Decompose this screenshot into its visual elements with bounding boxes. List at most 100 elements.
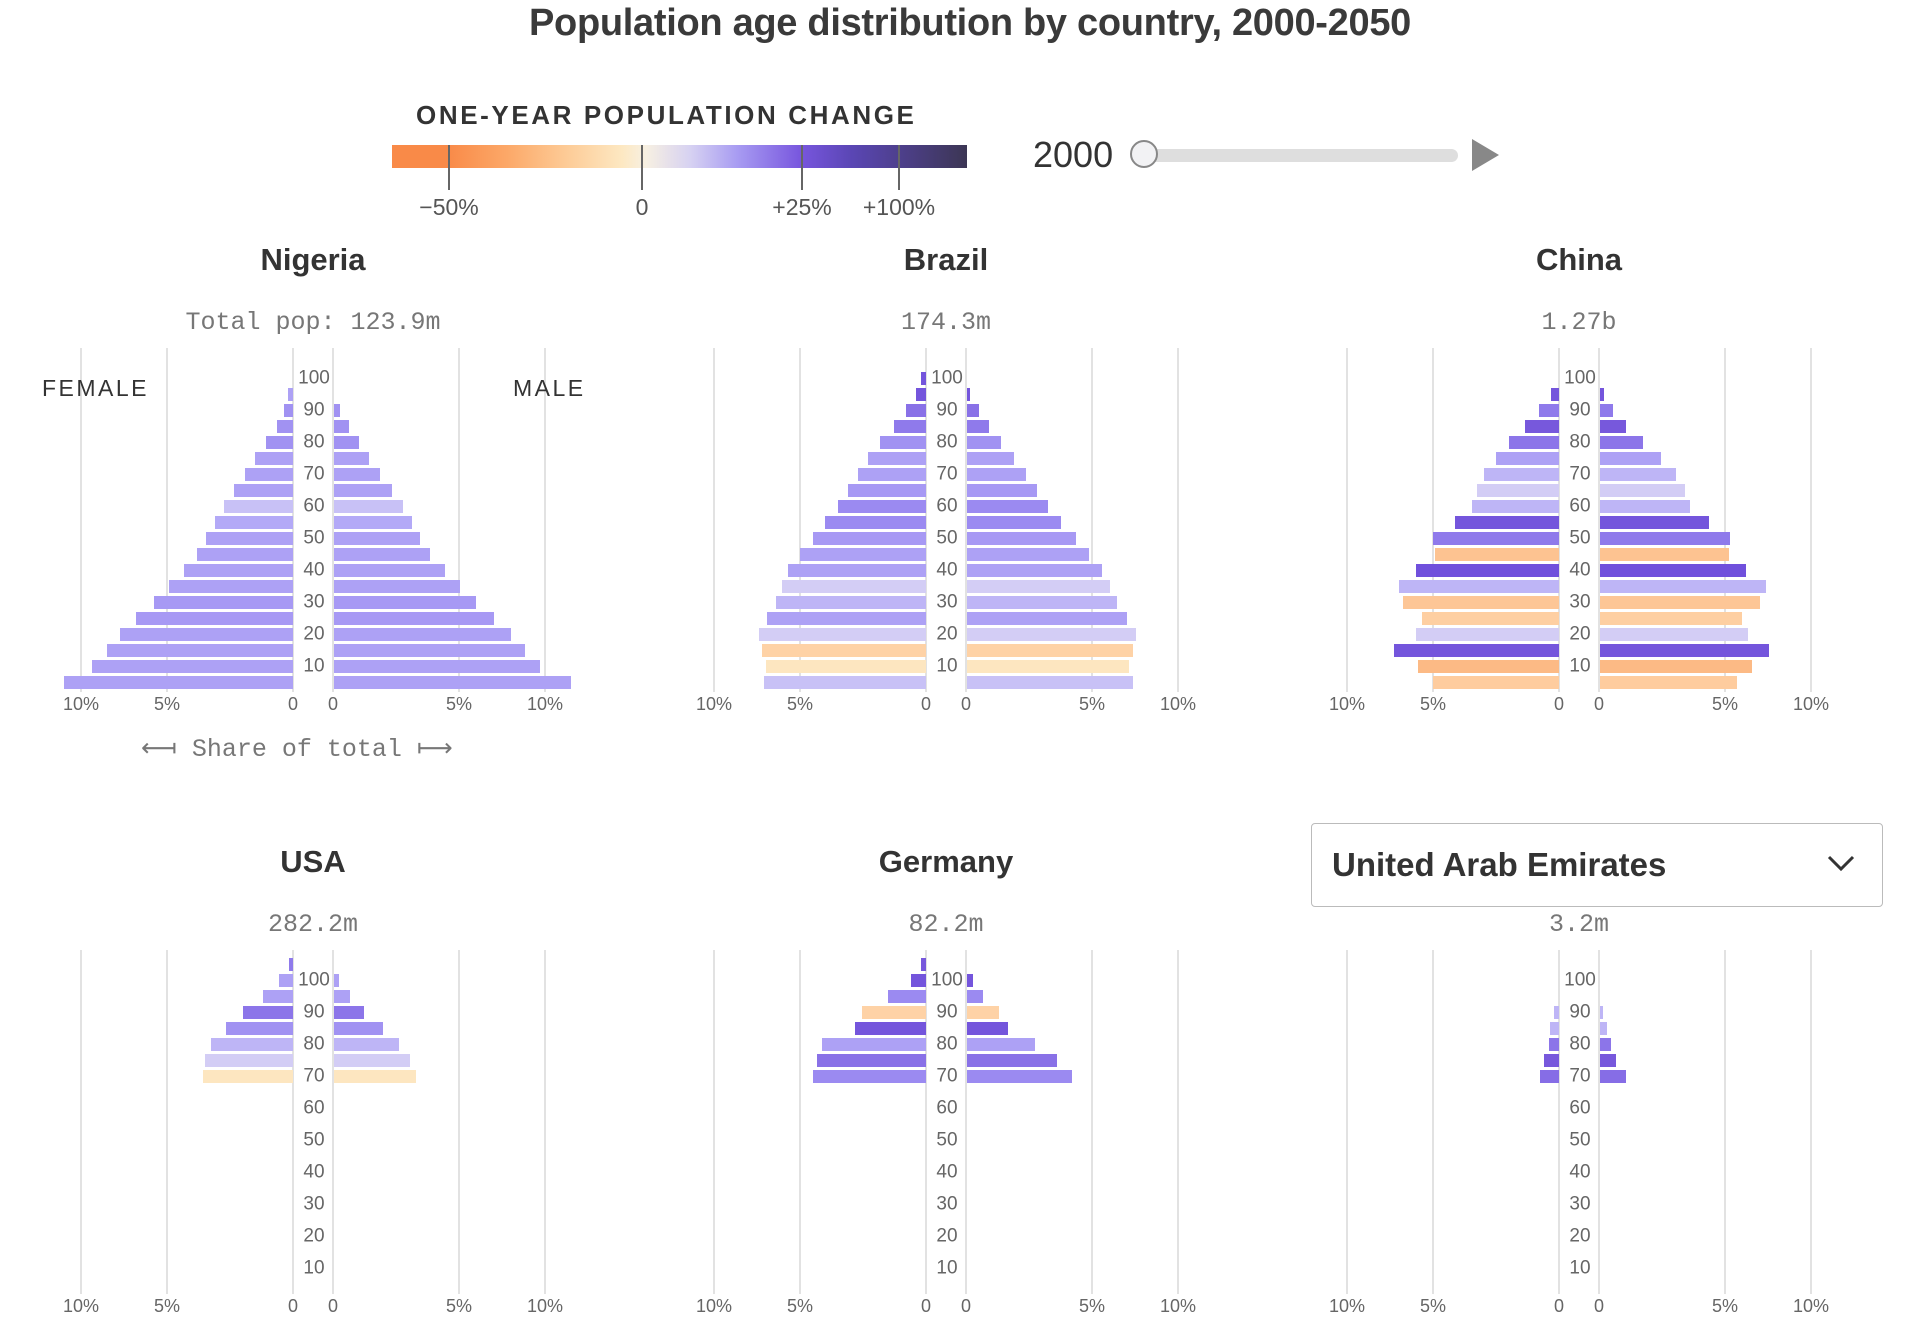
male-label: MALE	[513, 375, 586, 401]
bar-male	[1600, 595, 1761, 609]
age-tick-label: 80	[935, 431, 959, 453]
bar-male	[967, 451, 1015, 465]
bar-female	[893, 419, 926, 433]
bar-male	[1600, 451, 1661, 465]
bar-male	[1600, 531, 1730, 545]
age-tick-label: 50	[1568, 527, 1592, 549]
bar-male	[334, 611, 494, 625]
bar-male	[334, 1069, 416, 1083]
bar-male	[334, 451, 369, 465]
bar-male	[334, 1021, 383, 1035]
gridline	[80, 950, 82, 1294]
bar-female	[215, 515, 293, 529]
bar-male	[967, 627, 1136, 641]
x-tick-label: 10%	[1792, 1296, 1830, 1316]
slider-handle[interactable]	[1130, 140, 1158, 168]
bar-male	[334, 547, 431, 561]
bar-male	[967, 643, 1133, 657]
age-tick-label: 100	[930, 367, 964, 389]
age-tick-label: 20	[302, 1225, 326, 1247]
age-tick-label: 40	[302, 559, 326, 581]
x-tick-label: 0	[1593, 1296, 1605, 1316]
bar-male	[334, 515, 412, 529]
age-tick-label: 60	[302, 1097, 326, 1119]
age-tick-label: 100	[1563, 367, 1597, 389]
bar-female	[202, 1069, 293, 1083]
arrow-left-icon: ⟻	[141, 735, 192, 764]
bar-female	[1432, 531, 1559, 545]
age-tick-label: 70	[302, 1065, 326, 1087]
x-tick-label: 5%	[445, 694, 473, 714]
bar-female	[920, 957, 926, 971]
age-tick-label: 60	[302, 495, 326, 517]
bar-male	[1600, 483, 1685, 497]
age-tick-label: 50	[1568, 1129, 1592, 1151]
bar-female	[799, 547, 926, 561]
bar-male	[334, 419, 349, 433]
age-tick-label: 40	[302, 1161, 326, 1183]
bar-male	[1600, 1005, 1604, 1019]
bar-male	[1600, 1021, 1607, 1035]
bar-female	[920, 371, 926, 385]
x-tick-label: 0	[960, 694, 972, 714]
total-pop-label: Total pop: 123.9m	[185, 308, 441, 337]
bar-female	[812, 531, 926, 545]
age-tick-label: 80	[1568, 431, 1592, 453]
gridline	[1810, 348, 1812, 692]
bar-female	[63, 675, 293, 689]
bar-male	[334, 627, 511, 641]
age-tick-label: 60	[935, 495, 959, 517]
page-title: Population age distribution by country, …	[529, 2, 1411, 44]
bar-male	[967, 1037, 1036, 1051]
bar-male	[967, 483, 1037, 497]
bar-female	[1394, 643, 1559, 657]
bar-male	[967, 403, 980, 417]
age-tick-label: 40	[935, 1161, 959, 1183]
gridline	[1177, 348, 1179, 692]
age-tick-label: 20	[935, 1225, 959, 1247]
bar-female	[233, 483, 293, 497]
bar-male	[334, 973, 340, 987]
age-tick-label: 10	[302, 1257, 326, 1279]
age-tick-label: 40	[1568, 1161, 1592, 1183]
chevron-down-icon	[1827, 855, 1855, 872]
play-icon[interactable]	[1472, 139, 1499, 171]
age-tick-label: 90	[1568, 1001, 1592, 1023]
age-tick-label: 30	[1568, 591, 1592, 613]
bar-female	[1484, 467, 1559, 481]
arrow-right-icon: ⟼	[401, 735, 453, 764]
age-tick-label: 10	[1568, 655, 1592, 677]
bar-female	[1496, 451, 1559, 465]
bar-female	[153, 595, 293, 609]
bar-female	[211, 1037, 293, 1051]
bar-male	[334, 643, 525, 657]
x-tick-label: 5%	[1078, 694, 1106, 714]
bar-female	[813, 1069, 926, 1083]
bar-female	[136, 611, 293, 625]
age-tick-label: 80	[935, 1033, 959, 1055]
bar-female	[1403, 595, 1559, 609]
gridline	[1177, 950, 1179, 1294]
age-tick-label: 70	[1568, 1065, 1592, 1087]
x-tick-label: 10%	[526, 1296, 564, 1316]
legend-tick	[641, 145, 643, 190]
legend-tick-label: +100%	[862, 194, 936, 220]
bar-female	[788, 563, 926, 577]
country-dropdown[interactable]: United Arab Emirates	[1311, 823, 1883, 907]
bar-female	[120, 627, 293, 641]
x-tick-label: 10%	[1328, 1296, 1366, 1316]
bar-female	[1421, 611, 1559, 625]
age-tick-label: 90	[935, 399, 959, 421]
bar-female	[1434, 547, 1559, 561]
x-tick-label: 10%	[62, 694, 100, 714]
slider-track[interactable]	[1150, 149, 1458, 162]
bar-male	[967, 467, 1027, 481]
bar-male	[967, 563, 1103, 577]
bar-female	[763, 675, 926, 689]
age-tick-label: 30	[935, 591, 959, 613]
bar-female	[1549, 1021, 1559, 1035]
bar-female	[1416, 563, 1559, 577]
total-pop-label: 1.27b	[1541, 308, 1617, 337]
bar-female	[1553, 1005, 1559, 1019]
dropdown-selected-value: United Arab Emirates	[1332, 846, 1667, 883]
